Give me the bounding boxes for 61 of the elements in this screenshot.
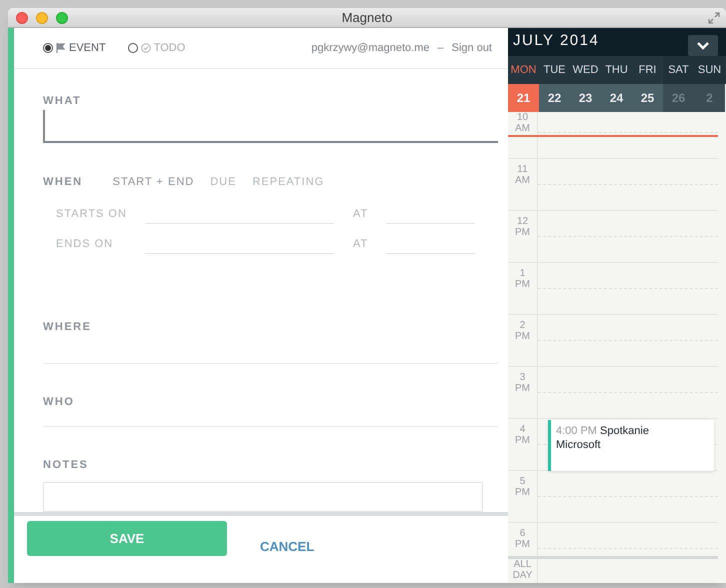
hour-period-label: PM xyxy=(515,383,530,394)
chevron-down-icon xyxy=(696,41,710,50)
check-circle-icon xyxy=(140,43,151,53)
who-label: WHO xyxy=(43,396,74,408)
when-mode-tab[interactable]: DUE xyxy=(210,176,236,188)
hour-period-label: PM xyxy=(515,279,530,290)
date-cell[interactable]: 24 xyxy=(601,84,632,112)
window-title: Magneto xyxy=(342,8,392,27)
what-input-field[interactable] xyxy=(43,110,498,144)
hour-label: 3 xyxy=(520,372,526,383)
hour-period-label: PM xyxy=(515,487,530,498)
hour-label: 4 xyxy=(520,424,526,435)
close-button[interactable] xyxy=(16,12,28,24)
date-cell[interactable]: 23 xyxy=(570,84,601,112)
hour-label: 5 xyxy=(520,476,526,487)
flag-icon xyxy=(56,43,66,53)
save-button[interactable]: SAVE xyxy=(27,521,227,556)
when-mode-tab[interactable]: START + END xyxy=(112,176,194,188)
cancel-button[interactable]: CANCEL xyxy=(260,537,314,556)
date-row-label: STARTS ON xyxy=(56,208,128,220)
month-title: JULY 2014 xyxy=(513,31,600,51)
radio-button[interactable] xyxy=(43,43,53,53)
type-label: EVENT xyxy=(69,40,106,56)
hour-label: 1 xyxy=(520,268,526,279)
notes-label: NOTES xyxy=(43,459,88,471)
radio-button[interactable] xyxy=(128,43,138,53)
date-row-label: ENDS ON xyxy=(56,238,114,250)
hour-period-label: PM xyxy=(515,435,530,446)
weekday-label: SUN xyxy=(694,56,725,84)
hour-label: 6 xyxy=(520,528,526,539)
hour-label: 11 xyxy=(517,164,528,175)
hour-period-label: AM xyxy=(515,175,530,186)
event-card[interactable]: 4:00 PM Spotkanie Microsoft xyxy=(548,420,714,471)
hour-period-label: AM xyxy=(515,123,530,134)
sign-out-link[interactable]: Sign out xyxy=(452,40,492,56)
separator-dash: – xyxy=(438,40,444,56)
hour-period-label: PM xyxy=(515,227,530,238)
when-label: WHEN xyxy=(43,176,83,188)
minimize-button[interactable] xyxy=(36,12,48,24)
notes-input-field[interactable] xyxy=(43,482,483,512)
all-day-label: ALL DAY xyxy=(512,559,532,581)
time-label: AT xyxy=(353,208,370,220)
what-label: WHAT xyxy=(43,95,82,107)
when-mode-tab[interactable]: REPEATING xyxy=(252,176,324,188)
date-cell[interactable]: 25 xyxy=(632,84,663,112)
type-label: TODO xyxy=(154,40,186,56)
time-label: AT xyxy=(353,238,370,250)
account-email: pgkrzywy@magneto.me xyxy=(311,40,430,56)
weekday-label: SAT xyxy=(663,56,694,84)
hour-period-label: PM xyxy=(515,331,530,342)
date-cell[interactable]: 21 xyxy=(508,84,539,112)
date-cell[interactable]: 22 xyxy=(539,84,570,112)
event-text: 4:00 PM Spotkanie Microsoft xyxy=(556,424,650,452)
fullscreen-icon[interactable] xyxy=(708,12,720,24)
month-dropdown-button[interactable] xyxy=(688,35,718,56)
hour-label: 10 xyxy=(516,112,528,123)
hour-label: 12 xyxy=(516,216,528,227)
where-label: WHERE xyxy=(43,321,92,334)
zoom-button[interactable] xyxy=(56,12,68,24)
hour-period-label: PM xyxy=(515,539,530,550)
hour-label: 2 xyxy=(520,320,526,331)
